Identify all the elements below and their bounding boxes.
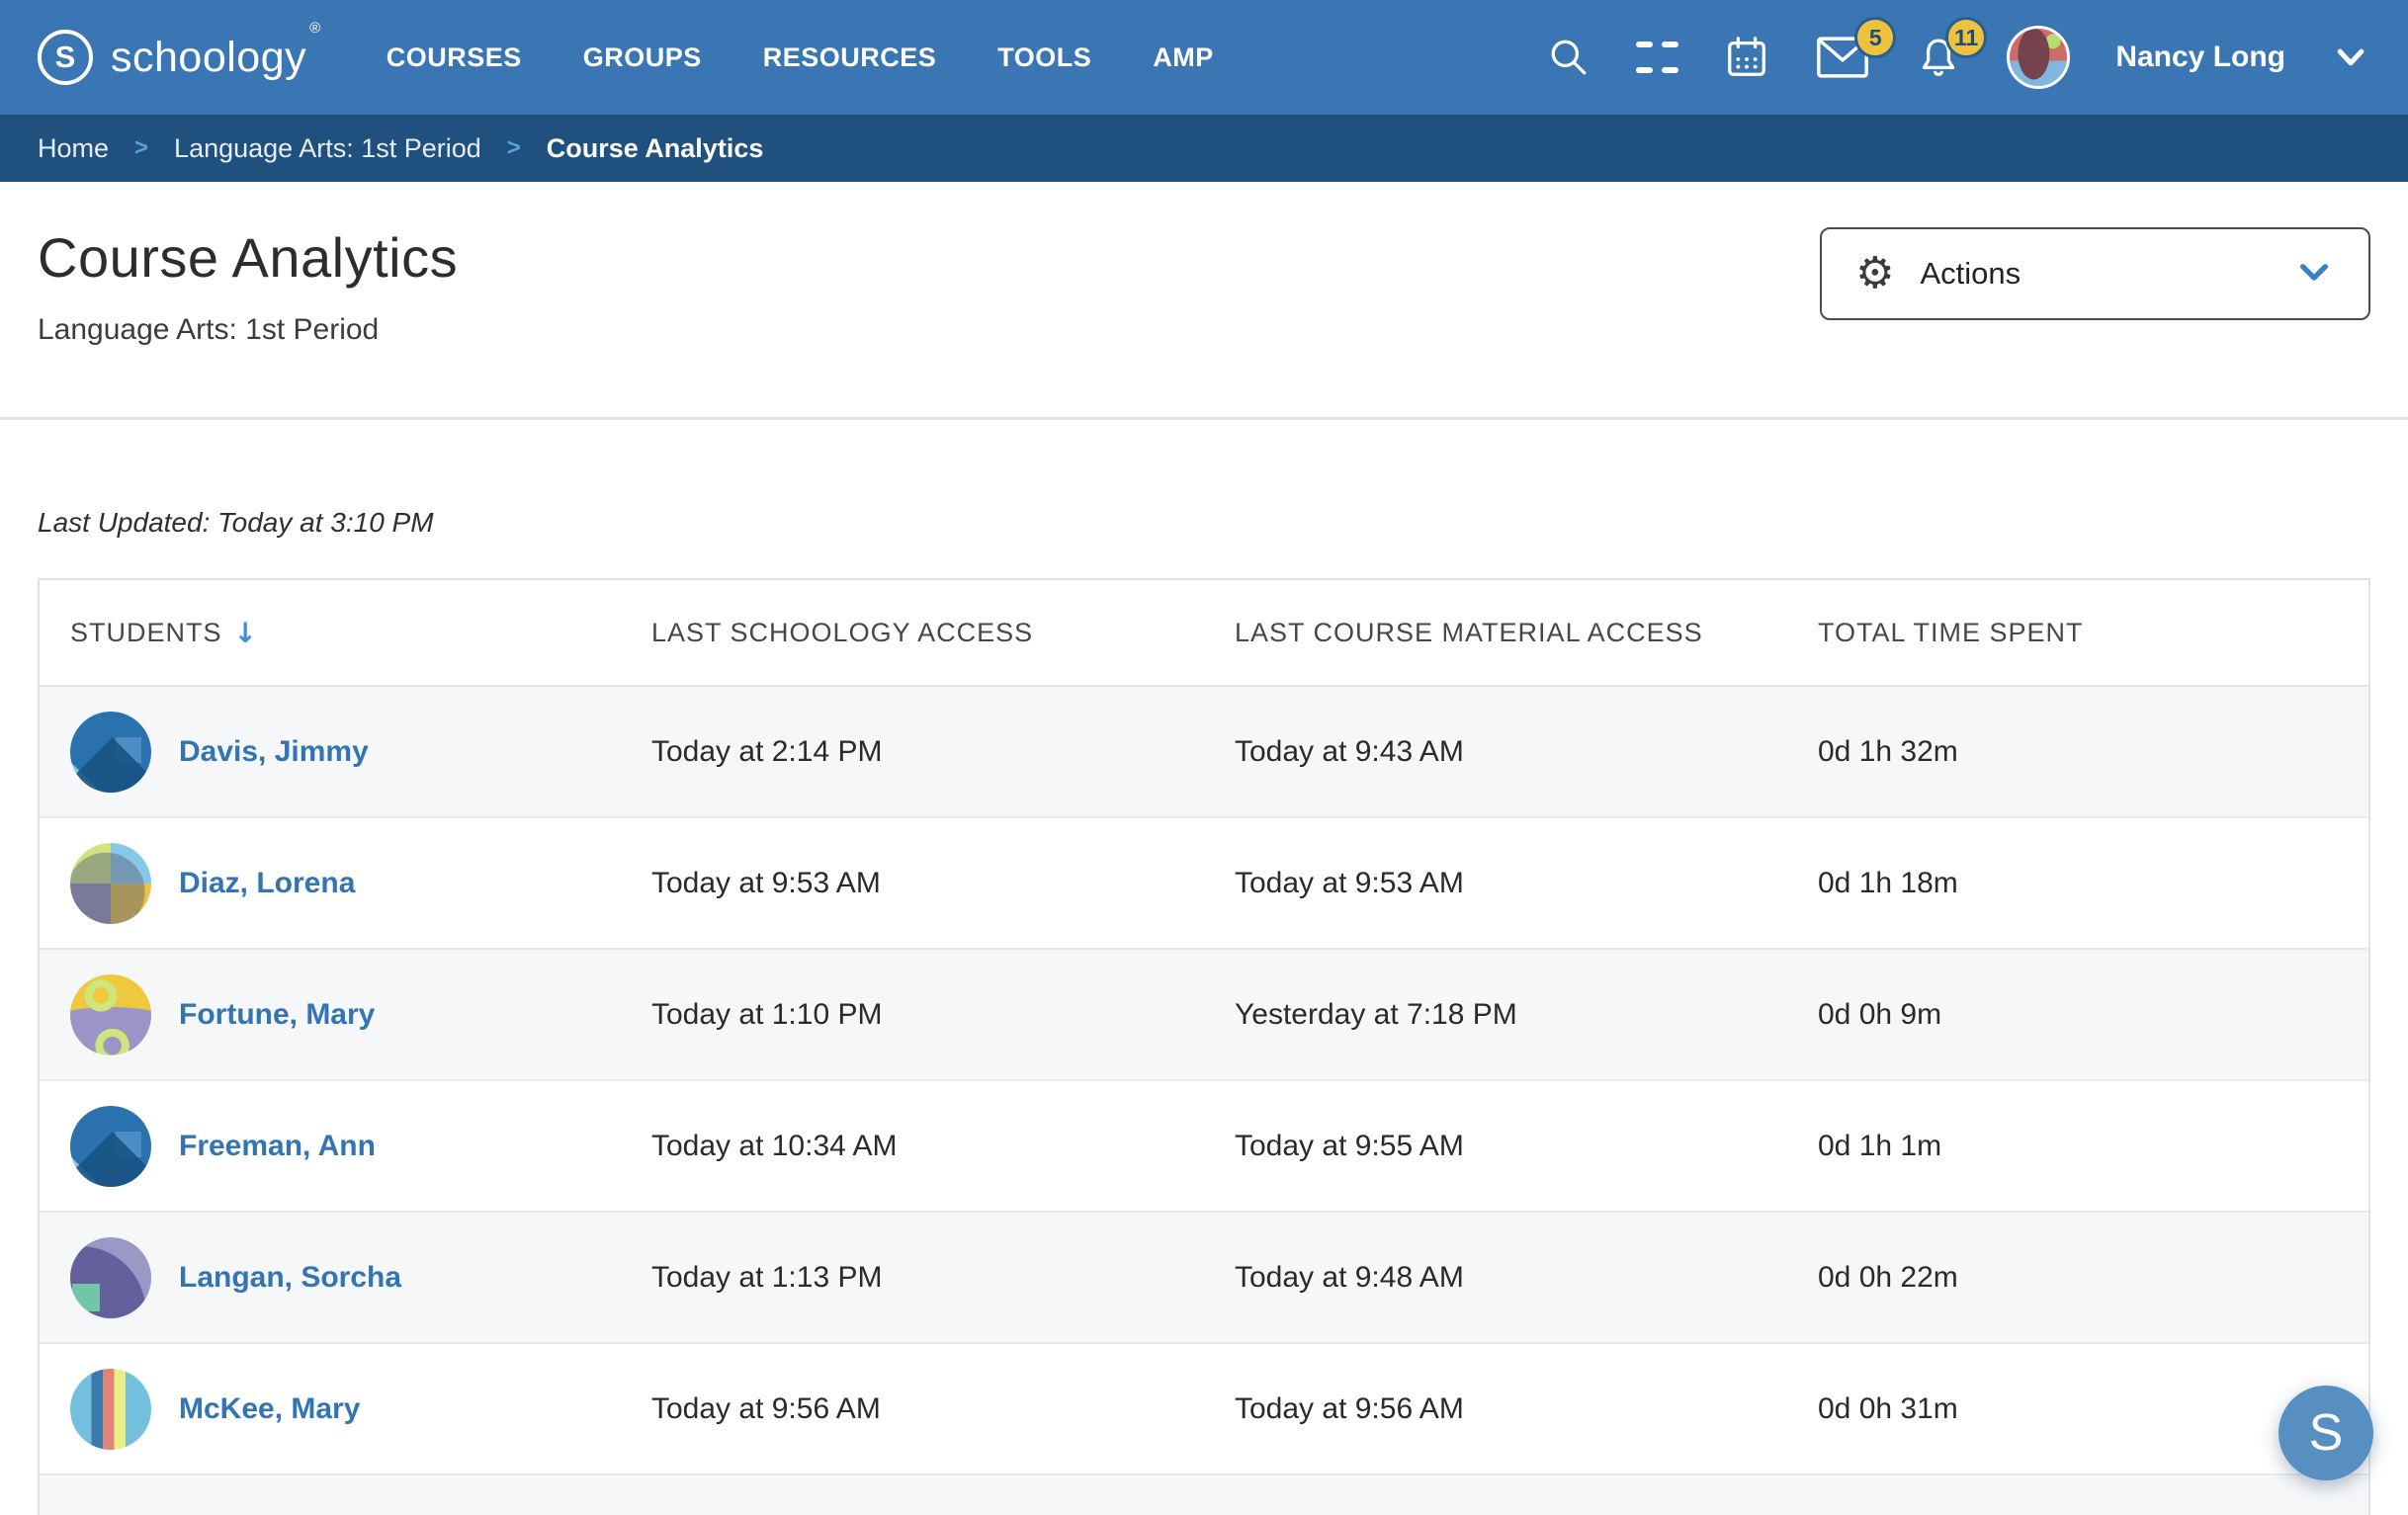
last-course-material-access-cell: Yesterday at 7:18 PM bbox=[1235, 997, 1517, 1031]
registered-mark: ® bbox=[309, 19, 321, 37]
breadcrumb-course[interactable]: Language Arts: 1st Period bbox=[174, 133, 481, 164]
table-row: Freeman, Ann Today at 10:34 AM Today at … bbox=[40, 1081, 2368, 1213]
column-header-total-time-spent[interactable]: TOTAL TIME SPENT bbox=[1818, 618, 2368, 648]
table-row: Fortune, Mary Today at 1:10 PM Yesterday… bbox=[40, 950, 2368, 1081]
student-avatar[interactable] bbox=[70, 1105, 151, 1187]
nav-utilities: 5 11 Nancy Long bbox=[1547, 17, 2370, 89]
student-cell: McKee, Mary bbox=[70, 1368, 651, 1450]
sort-descending-icon: ↓ bbox=[233, 616, 258, 649]
student-cell: Davis, Jimmy bbox=[70, 711, 651, 793]
logo-wordmark: schoology® bbox=[111, 19, 321, 81]
page-header: Course Analytics Language Arts: 1st Peri… bbox=[0, 182, 2408, 417]
apps-grid-icon[interactable] bbox=[1636, 37, 1679, 79]
student-cell: Diaz, Lorena bbox=[70, 842, 651, 924]
table-row: Davis, Jimmy Today at 2:14 PM Today at 9… bbox=[40, 687, 2368, 818]
column-header-students[interactable]: STUDENTS ↓ bbox=[70, 617, 651, 649]
student-avatar[interactable] bbox=[70, 711, 151, 793]
student-cell: Freeman, Ann bbox=[70, 1105, 651, 1187]
column-header-last-course-material-access[interactable]: LAST COURSE MATERIAL ACCESS bbox=[1235, 618, 1818, 648]
student-cell: Fortune, Mary bbox=[70, 973, 651, 1055]
column-header-last-schoology-access[interactable]: LAST SCHOOLOGY ACCESS bbox=[651, 618, 1235, 648]
search-icon[interactable] bbox=[1547, 36, 1591, 79]
last-course-material-access-cell: Today at 9:43 AM bbox=[1235, 734, 1464, 768]
user-menu-chevron-icon[interactable] bbox=[2331, 38, 2370, 77]
nav-item-groups[interactable]: GROUPS bbox=[583, 42, 702, 73]
table-row: Langan, Sorcha Today at 1:13 PM Today at… bbox=[40, 1213, 2368, 1344]
student-avatar[interactable] bbox=[70, 1236, 151, 1318]
schoology-logo-icon: S bbox=[38, 30, 93, 85]
top-nav: S schoology® COURSES GROUPS RESOURCES TO… bbox=[0, 0, 2408, 115]
student-name-link[interactable]: Fortune, Mary bbox=[179, 998, 375, 1032]
student-cell: Langan, Sorcha bbox=[70, 1236, 651, 1318]
last-course-material-access-cell: Today at 9:48 AM bbox=[1235, 1260, 1464, 1294]
actions-button-label: Actions bbox=[1920, 256, 2021, 291]
student-avatar[interactable] bbox=[70, 973, 151, 1055]
table-row: Diaz, Lorena Today at 9:53 AM Today at 9… bbox=[40, 818, 2368, 950]
schoology-logo[interactable]: S schoology® bbox=[38, 19, 321, 85]
nav-item-courses[interactable]: COURSES bbox=[387, 42, 522, 73]
breadcrumb-separator: > bbox=[134, 134, 149, 161]
total-time-spent-cell: 0d 0h 22m bbox=[1818, 1260, 1958, 1294]
course-analytics-table: STUDENTS ↓ LAST SCHOOLOGY ACCESS LAST CO… bbox=[38, 578, 2370, 1515]
breadcrumb-home[interactable]: Home bbox=[38, 133, 109, 164]
messages-badge: 5 bbox=[1854, 17, 1897, 58]
last-schoology-access-cell: Today at 2:14 PM bbox=[651, 734, 883, 768]
student-name-link[interactable]: Davis, Jimmy bbox=[179, 735, 369, 769]
last-schoology-access-cell: Today at 9:53 AM bbox=[651, 866, 881, 899]
breadcrumb: Home > Language Arts: 1st Period > Cours… bbox=[0, 115, 2408, 182]
primary-nav: COURSES GROUPS RESOURCES TOOLS AMP bbox=[387, 42, 1214, 73]
total-time-spent-cell: 0d 0h 9m bbox=[1818, 997, 1942, 1031]
last-course-material-access-cell: Today at 9:55 AM bbox=[1235, 1129, 1464, 1162]
student-name-link[interactable]: Diaz, Lorena bbox=[179, 867, 355, 900]
actions-button[interactable]: ⚙ Actions bbox=[1820, 227, 2370, 320]
notifications-bell-icon[interactable]: 11 bbox=[1916, 17, 1988, 80]
table-header-row: STUDENTS ↓ LAST SCHOOLOGY ACCESS LAST CO… bbox=[40, 580, 2368, 687]
total-time-spent-cell: 0d 1h 32m bbox=[1818, 734, 1958, 768]
last-updated-text: Last Updated: Today at 3:10 PM bbox=[38, 507, 434, 538]
last-schoology-access-cell: Today at 9:56 AM bbox=[651, 1391, 881, 1425]
student-avatar[interactable] bbox=[70, 842, 151, 924]
nav-item-tools[interactable]: TOOLS bbox=[997, 42, 1091, 73]
notifications-badge: 11 bbox=[1944, 17, 1988, 58]
table-row-partial bbox=[40, 1475, 2368, 1515]
logo-s: S bbox=[54, 40, 76, 74]
last-schoology-access-cell: Today at 10:34 AM bbox=[651, 1129, 898, 1162]
user-avatar[interactable] bbox=[2007, 26, 2071, 89]
last-schoology-access-cell: Today at 1:13 PM bbox=[651, 1260, 883, 1294]
last-schoology-access-cell: Today at 1:10 PM bbox=[651, 997, 883, 1031]
last-course-material-access-cell: Today at 9:53 AM bbox=[1235, 866, 1464, 899]
user-name[interactable]: Nancy Long bbox=[2115, 41, 2285, 74]
student-name-link[interactable]: Langan, Sorcha bbox=[179, 1261, 401, 1295]
calendar-icon[interactable] bbox=[1724, 35, 1769, 80]
nav-item-amp[interactable]: AMP bbox=[1153, 42, 1214, 73]
table-row: McKee, Mary Today at 9:56 AM Today at 9:… bbox=[40, 1344, 2368, 1475]
nav-item-resources[interactable]: RESOURCES bbox=[763, 42, 937, 73]
last-course-material-access-cell: Today at 9:56 AM bbox=[1235, 1391, 1464, 1425]
breadcrumb-current: Course Analytics bbox=[546, 132, 764, 163]
schoology-help-fab[interactable]: S bbox=[2279, 1386, 2373, 1480]
messages-icon[interactable]: 5 bbox=[1815, 17, 1897, 80]
student-avatar[interactable] bbox=[70, 1368, 151, 1450]
student-name-link[interactable]: Freeman, Ann bbox=[179, 1130, 376, 1163]
total-time-spent-cell: 0d 1h 1m bbox=[1818, 1129, 1942, 1162]
actions-chevron-down-icon bbox=[2293, 251, 2335, 297]
total-time-spent-cell: 0d 1h 18m bbox=[1818, 866, 1958, 899]
student-name-link[interactable]: McKee, Mary bbox=[179, 1392, 360, 1426]
breadcrumb-separator: > bbox=[506, 134, 521, 161]
gear-icon: ⚙ bbox=[1855, 248, 1895, 298]
